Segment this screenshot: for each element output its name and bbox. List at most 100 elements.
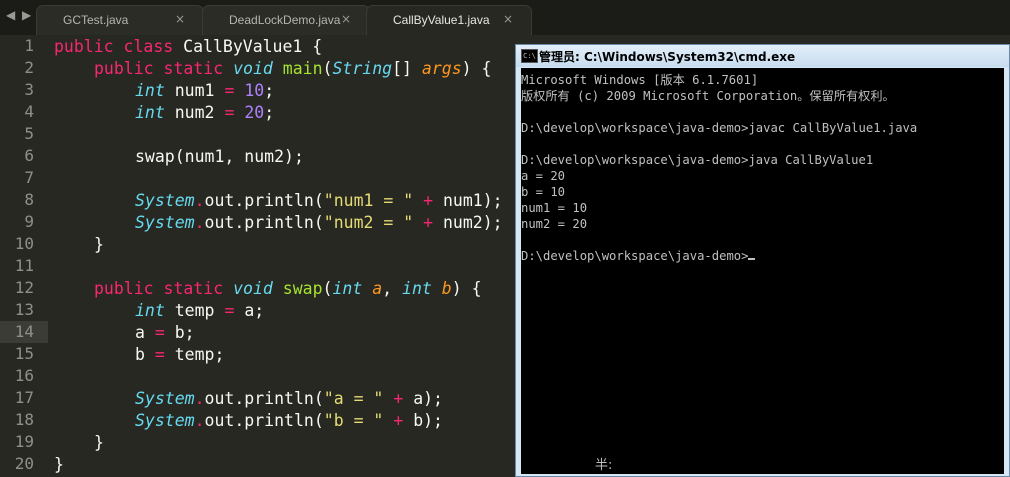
class-name: CallByValue1 { (183, 37, 323, 56)
punct: ) { (451, 279, 482, 298)
console-line: D:\develop\workspace\java-demo>javac Cal… (521, 121, 918, 135)
call-tail: num2); (442, 213, 503, 232)
code-line-20[interactable]: } (54, 454, 64, 476)
line-number-row: 11 (0, 255, 515, 277)
close-icon[interactable]: × (175, 12, 185, 26)
keyword: public (94, 279, 154, 298)
string: "num2 = " (323, 213, 414, 232)
console-line: b = 10 (521, 185, 566, 199)
keyword: static (163, 59, 224, 78)
punct: ; (264, 81, 275, 100)
code-line-10[interactable]: } (94, 234, 104, 256)
operator: + (393, 411, 404, 430)
string: "num1 = " (323, 191, 414, 210)
console-line: a = 20 (521, 169, 566, 183)
line-number: 7 (24, 168, 34, 187)
identifier: a (135, 323, 145, 342)
call: out.println( (204, 411, 324, 430)
line-number: 17 (14, 388, 34, 407)
tab-bar: ◀ ▶ GCTest.java × DeadLockDemo.java × Ca… (0, 0, 1010, 35)
cmd-window[interactable]: C:\ 管理员: C:\Windows\System32\cmd.exe Mic… (515, 44, 1010, 477)
code-line-14[interactable]: a = b; (135, 322, 195, 344)
code-line-17[interactable]: System.out.println("a = " + a); (135, 388, 443, 410)
expression: b; (174, 323, 195, 342)
line-number: 8 (24, 190, 34, 209)
cmd-icon[interactable]: C:\ (521, 49, 538, 63)
punct: ( (322, 59, 333, 78)
punct: [] (392, 59, 422, 78)
tab-deadlockdemo[interactable]: DeadLockDemo.java × (202, 5, 370, 35)
line-number: 2 (24, 58, 34, 77)
line-number: 5 (24, 124, 34, 143)
console-prompt-line[interactable]: D:\develop\workspace\java-demo> (521, 248, 756, 264)
line-number-row: 15 (0, 343, 515, 365)
tab-label: GCTest.java (63, 13, 129, 27)
operator: = (154, 345, 165, 364)
code-line-9[interactable]: System.out.println("num2 = " + num2); (135, 212, 503, 234)
line-number: 3 (24, 80, 34, 99)
string: "b = " (323, 411, 384, 430)
keyword: class (123, 37, 174, 56)
type: int (135, 103, 165, 122)
keyword: public (54, 37, 114, 56)
code-editor[interactable]: 1 2 3 4 5 6 7 8 9 10 11 12 13 14 15 16 17 18 19 20 public c… (0, 35, 515, 477)
expression: temp; (174, 345, 225, 364)
code-line-18[interactable]: System.out.println("b = " + b); (135, 410, 443, 432)
line-number-row: 5 (0, 123, 515, 145)
console-line: D:\develop\workspace\java-demo>java Call… (521, 153, 874, 167)
line-number: 4 (24, 102, 34, 121)
line-number-row: 19 (0, 431, 515, 453)
code-line-3[interactable]: int num1 = 10; (135, 80, 274, 102)
brace: } (94, 433, 104, 452)
code-line-4[interactable]: int num2 = 20; (135, 102, 274, 124)
type: void (233, 279, 273, 298)
type: int (332, 279, 363, 298)
call-tail: num1); (442, 191, 503, 210)
tab-nav-right-icon[interactable]: ▶ (22, 8, 31, 22)
line-number: 10 (14, 234, 34, 253)
operator: . (194, 411, 205, 430)
identifier: num1 (174, 81, 215, 100)
line-number: 12 (14, 278, 34, 297)
code-line-2[interactable]: public static void main(String[] args) { (94, 58, 491, 80)
number: 20 (244, 103, 265, 122)
tab-callbyvalue1[interactable]: CallByValue1.java × (366, 5, 532, 35)
window-title: 管理员: C:\Windows\System32\cmd.exe (539, 50, 796, 64)
brace: } (54, 455, 64, 474)
tab-nav-left-icon[interactable]: ◀ (6, 8, 15, 22)
line-number: 18 (14, 410, 34, 429)
brace: } (94, 235, 104, 254)
console-line: num1 = 10 (521, 201, 588, 215)
operator: . (194, 213, 205, 232)
line-number-row: 10 (0, 233, 515, 255)
call: out.println( (204, 191, 324, 210)
code-line-19[interactable]: } (94, 432, 104, 454)
call-tail: a); (413, 389, 443, 408)
call-tail: b); (413, 411, 443, 430)
code-line-8[interactable]: System.out.println("num1 = " + num1); (135, 190, 503, 212)
keyword: public (94, 59, 154, 78)
type: void (233, 59, 273, 78)
line-number-row: 20 (0, 453, 515, 475)
tab-label: CallByValue1.java (393, 13, 490, 27)
close-icon[interactable]: × (503, 12, 513, 26)
line-number-row: 16 (0, 365, 515, 387)
code-line-6[interactable]: swap(num1, num2); (135, 146, 304, 168)
keyword: static (163, 279, 224, 298)
code-line-13[interactable]: int temp = a; (135, 300, 264, 322)
tab-gctest[interactable]: GCTest.java × (36, 5, 204, 35)
call: out.println( (204, 213, 324, 232)
console-output[interactable]: Microsoft Windows [版本 6.1.7601] 版权所有 (c)… (521, 68, 1004, 474)
console-prompt: D:\develop\workspace\java-demo> (521, 249, 749, 263)
cmd-titlebar[interactable]: C:\ 管理员: C:\Windows\System32\cmd.exe (516, 45, 1009, 67)
number: 10 (244, 81, 265, 100)
line-number: 13 (14, 300, 34, 319)
code-line-1[interactable]: public class CallByValue1 { (54, 36, 322, 58)
function-name: main (282, 59, 323, 78)
operator: + (423, 213, 434, 232)
call: out.println( (204, 389, 324, 408)
close-icon[interactable]: × (341, 12, 351, 26)
console-line: 版权所有 (c) 2009 Microsoft Corporation。保留所有… (521, 89, 895, 103)
code-line-15[interactable]: b = temp; (135, 344, 224, 366)
code-line-12[interactable]: public static void swap(int a, int b) { (94, 278, 482, 300)
